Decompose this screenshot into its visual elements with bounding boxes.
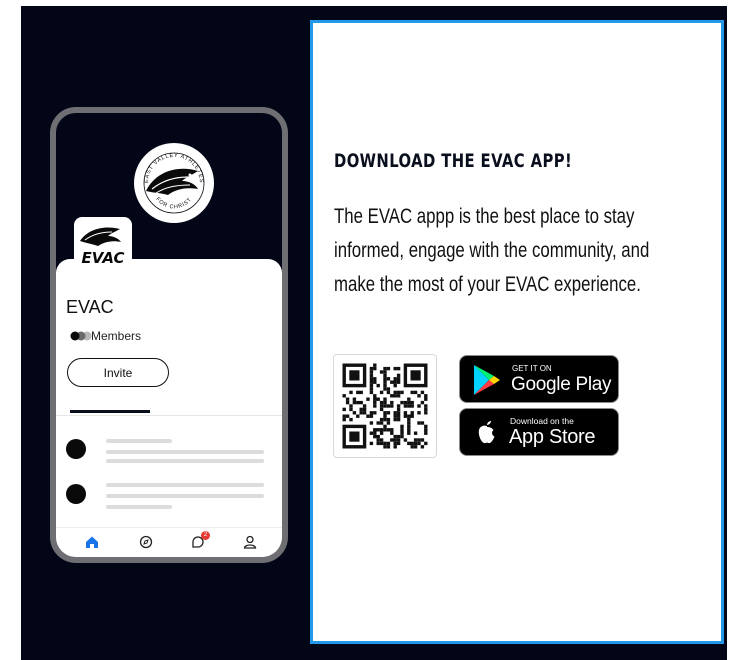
description-line: informed, engage with the community, and	[334, 239, 650, 262]
description-line: make the most of your EVAC experience.	[334, 273, 641, 296]
phone-mockup: EAST VALLEY ATHLETES FOR CHRIST EVAC EVA…	[50, 107, 288, 563]
profile-icon[interactable]	[242, 534, 258, 550]
text-placeholder	[106, 450, 264, 454]
text-placeholder	[106, 483, 264, 487]
google-play-small-text: GET IT ON	[512, 364, 552, 373]
evac-logo: EVAC	[74, 217, 132, 275]
description-line: The EVAC appp is the best place to stay	[334, 205, 635, 228]
text-placeholder	[106, 494, 264, 498]
qr-code[interactable]	[333, 354, 437, 458]
download-card	[310, 20, 724, 644]
members-label: Members	[91, 329, 142, 343]
invite-button[interactable]: Invite	[67, 358, 169, 387]
avatar	[66, 439, 86, 459]
logo-text: EVAC	[82, 249, 125, 267]
qr-code-icon	[342, 363, 428, 449]
google-play-label: Google Play	[511, 374, 612, 395]
compass-icon[interactable]	[138, 534, 154, 550]
app-store-small-text: Download on the	[510, 416, 574, 426]
evac-logo-icon: EVAC	[80, 227, 125, 267]
active-tab-indicator	[70, 410, 150, 413]
avatar	[66, 484, 86, 504]
google-play-button[interactable]: GET IT ON Google Play	[459, 355, 619, 403]
group-name: EVAC	[66, 297, 114, 317]
google-play-icon	[474, 365, 500, 395]
text-placeholder	[106, 439, 172, 443]
app-store-label: App Store	[509, 426, 596, 448]
download-description: The EVAC appp is the best place to stay …	[334, 200, 734, 302]
home-icon[interactable]	[84, 534, 100, 550]
divider	[56, 415, 282, 416]
bottom-nav: 2	[56, 527, 282, 557]
download-heading: DOWNLOAD THE EVAC APP!	[334, 150, 573, 172]
notification-badge: 2	[201, 531, 210, 540]
apple-icon	[478, 421, 495, 444]
evac-emblem-icon: EAST VALLEY ATHLETES FOR CHRIST	[134, 143, 214, 223]
app-store-button[interactable]: Download on the App Store	[459, 408, 619, 456]
text-placeholder	[106, 459, 264, 463]
text-placeholder	[106, 505, 172, 509]
